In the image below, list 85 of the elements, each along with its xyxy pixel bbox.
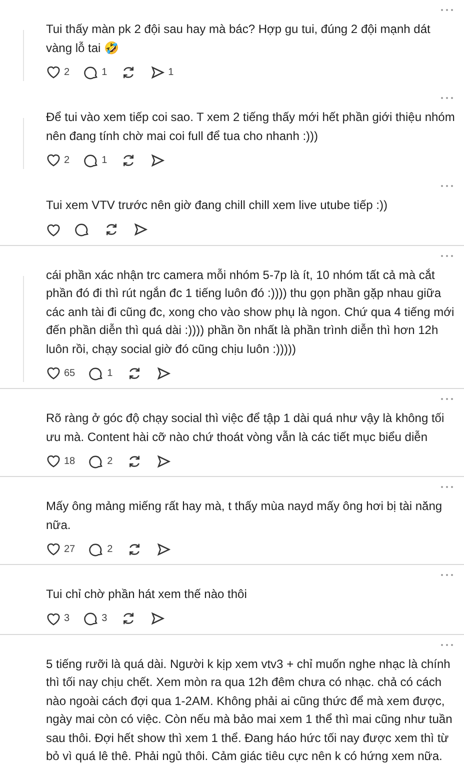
repost-icon [121,152,136,168]
repost-button[interactable] [121,611,136,626]
more-icon [440,96,454,100]
share-button[interactable]: 1 [150,64,174,80]
share-button[interactable] [156,542,171,556]
send-icon [133,222,148,237]
comment-icon [75,222,90,237]
comment-text: Để tui vào xem tiếp coi sao. T xem 2 tiếng thấy mới hết phần giới thiệu nhóm nên đang tính chờ mai coi full để tua cho nhanh :))) [46,109,456,144]
more-icon [440,573,454,577]
share-button[interactable] [150,611,166,626]
comment-icon [89,454,104,468]
comment-text: Mấy ông mảng miếng rất hay mà, t thấy mùa nayd mấy ông hơi bị tài năng nữa. [46,498,444,534]
more-icon [440,397,454,401]
reply-button[interactable]: 1 [84,152,108,168]
repost-button[interactable] [126,366,142,380]
reply-count: 1 [102,66,108,78]
repost-icon [121,64,136,80]
like-count: 65 [64,368,76,378]
reply-button[interactable]: 2 [89,454,113,468]
send-icon [156,366,171,380]
share-button[interactable] [156,454,171,468]
repost-button[interactable] [104,222,119,237]
share-button[interactable] [156,366,171,380]
reply-count: 2 [107,456,113,466]
repost-button[interactable] [121,152,136,168]
reply-count: 3 [102,613,108,624]
more-icon [440,485,454,489]
send-icon [150,611,166,626]
send-icon [150,152,166,168]
comment-text: cái phần xác nhận trc camera mỗi nhóm 5-7p là ít, 10 nhóm tất cả mà cắt phần đó đi thì rút ngắn đc 1 tiếng luôn đó :)))) thu gọn phần gặp nhau giữa các anh tài đi cũng đc, xong cho vào show phụ là ngon. Chứ qua 4 tiếng mới đến phần diễn thì quá dài :)))) phần ồn nhất là phần trình diễn thì hơn 12h luôn rồi, chạy social giờ đó cũng chịu luôn :))))) [46,266,456,358]
like-button[interactable]: 3 [46,612,70,626]
comment-icon [84,152,99,168]
share-button[interactable] [150,152,166,168]
comment-text: Tui xem VTV trước nên giờ đang chill chill xem live utube tiếp :)) [46,197,388,214]
more-icon [440,184,454,188]
reply-button[interactable]: 1 [84,64,108,80]
more-icon [440,642,454,646]
like-button[interactable]: 2 [46,153,70,167]
comment-text: 5 tiếng rưỡi là quá dài. Người k kịp xem vtv3 + chỉ muốn nghe nhạc là chính thì tối nay chịu chết. Xem mòn ra qua 12h đêm chưa có nhạc. chả có cách nào ngoài cách đợi qua 1-2AM. Không phải ai cũng thức để mà xem được, ngày mai còn có việc. Còn nếu mà bảo mai xem 1 thể thì mai cũng như tuần sau thôi. Đợi hết show thì xem 1 thể. Đang háo hức tối nay được xem thì từ bỏ vì quá lê thê. Phải ngủ thôi. Cảm giác tiêu cực nên k có hứng xem nữa. [46,656,454,765]
comment-text: Tui chỉ chờ phần hát xem thế nào thôi [46,586,248,603]
repost-icon [104,222,119,237]
heart-icon [46,542,61,556]
reply-count: 1 [107,368,113,378]
share-count: 1 [168,66,174,78]
share-button[interactable] [133,222,148,237]
more-icon [440,8,454,12]
heart-icon [46,153,61,167]
heart-icon [46,366,61,380]
reply-count: 2 [107,544,113,554]
like-count: 3 [64,613,70,624]
like-count: 2 [64,66,70,78]
send-icon [150,64,166,80]
more-icon [440,254,454,258]
reply-button[interactable]: 1 [89,366,113,380]
send-icon [156,542,171,556]
like-count: 2 [64,154,70,166]
repost-icon [126,366,142,380]
repost-icon [126,454,142,468]
comment-icon [84,611,99,626]
repost-icon [121,611,136,626]
comment-icon [84,64,99,80]
repost-button[interactable] [121,64,136,80]
like-button[interactable] [46,222,61,236]
like-count: 27 [64,544,76,554]
repost-button[interactable] [126,454,142,468]
heart-icon [46,222,61,236]
reply-button[interactable] [75,222,90,237]
repost-icon [126,542,142,556]
reply-button[interactable]: 2 [89,542,113,556]
like-button[interactable]: 2 [46,65,70,79]
comment-icon [89,542,104,556]
reply-button[interactable]: 3 [84,611,108,626]
send-icon [156,454,171,468]
heart-icon [46,454,61,468]
comment-text: Tui thấy màn pk 2 đội sau hay mà bác? Hợp gu tui, đúng 2 đội mạnh dát vàng lỗ tai 🤣 [46,21,432,56]
like-button[interactable]: 65 [46,366,76,380]
like-button[interactable]: 27 [46,542,76,556]
heart-icon [46,65,61,79]
like-count: 18 [64,456,76,466]
like-button[interactable]: 18 [46,454,76,468]
comment-text: Rõ ràng ở góc độ chạy social thì việc để tập 1 dài quá như vậy là không tối ưu mà. Content hài cỡ nào chứ thoát vòng vẫn là các tiết mục biểu diễn [46,410,446,446]
reply-count: 1 [102,154,108,166]
repost-button[interactable] [126,542,142,556]
heart-icon [46,612,61,626]
comment-icon [89,366,104,380]
